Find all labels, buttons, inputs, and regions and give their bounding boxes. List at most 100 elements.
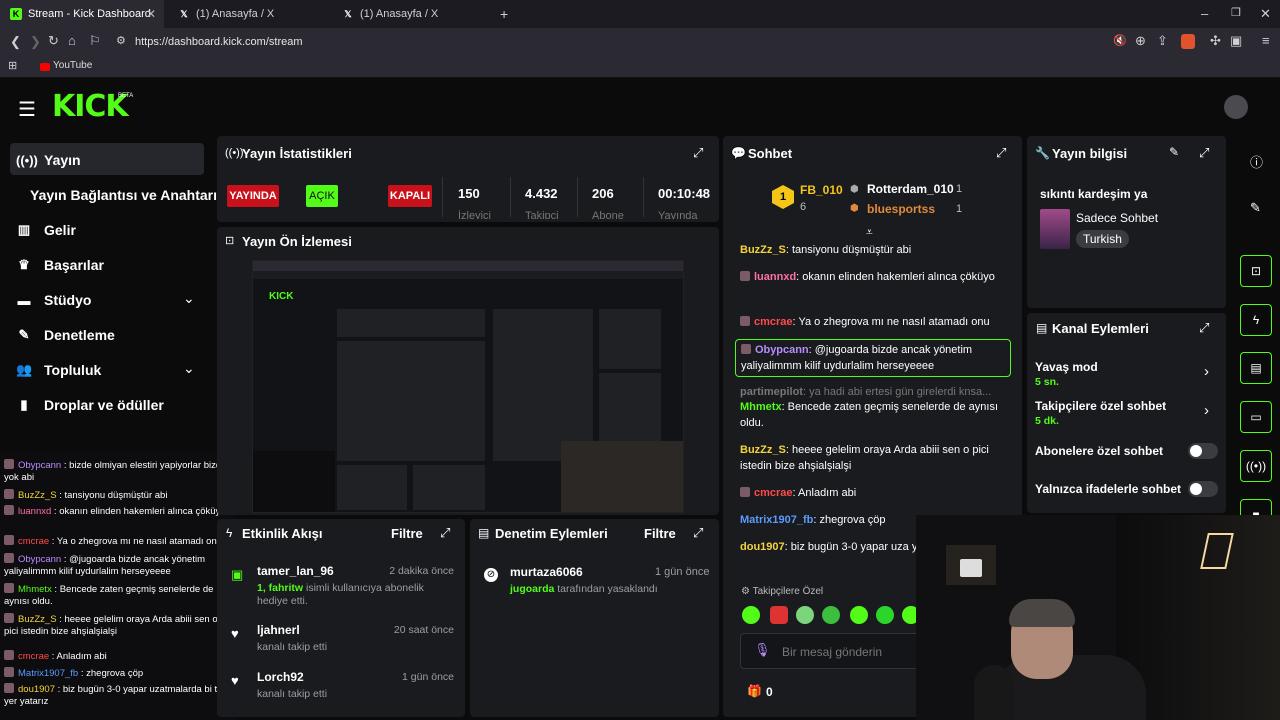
popout-icon[interactable]: ⤢ (1199, 145, 1209, 161)
chevron-right-icon[interactable]: › (1204, 402, 1209, 419)
collapse-icon[interactable]: ⩡ (866, 225, 873, 240)
share-icon[interactable]: ⇪ (1157, 33, 1168, 49)
url-field[interactable]: https://dashboard.kick.com/stream (135, 36, 303, 48)
window-close-icon[interactable]: ✕ (1260, 6, 1271, 22)
category-thumbnail[interactable] (1040, 209, 1070, 249)
hamburger-menu-icon[interactable]: ☰ (18, 97, 36, 122)
close-icon[interactable]: ✕ (146, 7, 156, 21)
category-name[interactable]: Sadece Sohbet (1076, 211, 1158, 225)
popout-icon[interactable]: ⤢ (440, 525, 450, 541)
sidebar-item-denetleme[interactable]: ✎ Denetleme (16, 327, 115, 343)
avatar[interactable] (1224, 95, 1248, 119)
stream-preview-video[interactable]: KICK (252, 260, 684, 513)
leader-3-name[interactable]: bluesportss (867, 202, 935, 216)
mute-icon[interactable]: 🔇 (1113, 34, 1127, 47)
chat-username[interactable]: BuzZz_S (740, 444, 786, 456)
subs-chat-toggle[interactable] (1188, 443, 1218, 459)
gift-icon[interactable]: 🎁 (747, 684, 762, 698)
activity-user[interactable]: Lorch92 (257, 670, 304, 684)
activity-toggle-button[interactable]: ϟ (1240, 304, 1272, 336)
wallet-icon[interactable]: ▣ (1230, 33, 1242, 49)
chat-username[interactable]: dou1907 (740, 541, 785, 553)
apps-grid-icon[interactable]: ⊞ (8, 59, 17, 72)
popout-icon[interactable]: ⤢ (996, 145, 1006, 161)
overlay-chat-user[interactable]: Obурcann (18, 460, 61, 471)
overlay-chat-user[interactable]: Matrix1907_fb (18, 668, 78, 679)
pencil-icon[interactable]: ✎ (1250, 200, 1261, 216)
bookmark-youtube[interactable]: YouTube (53, 60, 92, 71)
overlay-chat-user[interactable]: cmcrae (18, 536, 49, 547)
chat-username[interactable]: BuzZz_S (740, 244, 786, 256)
sidebar-item-label: Yayın Bağlantısı ve Anahtarı (30, 187, 217, 203)
sidebar-item-label: Yayın (44, 152, 81, 168)
site-info-icon[interactable]: ⚙ (116, 34, 126, 47)
tab-kick-dashboard[interactable]: K Stream - Kick Dashboard ✕ (0, 0, 164, 28)
sidebar-item-gelir[interactable]: ▥ Gelir (16, 222, 76, 238)
popout-icon[interactable]: ⤢ (1199, 320, 1209, 336)
chat-username[interactable]: Obурcann (755, 344, 809, 356)
tab-x-1[interactable]: 𝕏 (1) Anasayfa / X (168, 0, 332, 28)
overlay-chat-user[interactable]: Mhmetx (18, 584, 52, 595)
brave-shield-icon[interactable] (1181, 34, 1195, 49)
overlay-chat-user[interactable]: dou1907 (18, 684, 55, 695)
mod-user[interactable]: murtaza6066 (510, 565, 583, 579)
preview-toggle-button[interactable]: ⊡ (1240, 255, 1272, 287)
chevron-right-icon[interactable]: › (1204, 363, 1209, 380)
emote-chat-toggle[interactable] (1188, 481, 1218, 497)
forward-icon[interactable]: ❯ (30, 34, 41, 50)
popout-icon[interactable]: ⤢ (693, 525, 703, 541)
off-button[interactable]: KAPALI (388, 185, 432, 207)
new-tab-icon[interactable]: + (500, 6, 508, 22)
chat-username[interactable]: cmcrae (754, 487, 793, 499)
home-icon[interactable]: ⌂ (68, 33, 76, 48)
mic-icon[interactable]: 🎙 (754, 642, 771, 658)
activity-highlight[interactable]: 1, fahritw (257, 582, 303, 594)
overlay-chat-user[interactable]: cmcrae (18, 651, 49, 662)
zoom-icon[interactable]: ⊕ (1135, 33, 1146, 49)
chevron-down-icon[interactable]: ⌄ (183, 290, 195, 307)
chat-toggle-button[interactable]: ▭ (1240, 401, 1272, 433)
sidebar-item-studyo[interactable]: ▬ Stüdyo (16, 292, 92, 308)
chevron-down-icon[interactable]: ⌄ (183, 360, 195, 377)
activity-user[interactable]: tamer_lan_96 (257, 564, 334, 578)
leader-2-name[interactable]: Rotterdam_010 (867, 182, 954, 196)
minimize-icon[interactable]: – (1201, 6, 1208, 21)
chat-username[interactable]: Matrix1907_fb (740, 514, 813, 526)
reload-icon[interactable]: ↻ (48, 33, 59, 49)
sidebar-item-yayin[interactable]: ((•)) Yayın (16, 152, 81, 168)
overlay-chat-user[interactable]: BuzZz_S (18, 490, 57, 501)
maximize-icon[interactable]: ❐ (1231, 6, 1241, 19)
extensions-icon[interactable]: ✣ (1210, 33, 1221, 49)
stats-toggle-button[interactable]: ((•)) (1240, 450, 1272, 482)
menu-icon[interactable]: ≡ (1262, 33, 1270, 48)
chat-username[interactable]: luannxd (754, 271, 796, 283)
popout-icon[interactable]: ⤢ (693, 145, 703, 161)
sidebar-item-basarilar[interactable]: ♛ Başarılar (16, 257, 104, 273)
language-tag[interactable]: Turkish (1076, 230, 1129, 248)
sidebar-item-stream-key[interactable]: Yayın Bağlantısı ve Anahtarı (30, 187, 217, 203)
moderation-filter-button[interactable]: Filtre (644, 526, 676, 541)
kick-logo[interactable]: KICK (52, 89, 129, 124)
mod-actor[interactable]: jugoarda (510, 583, 554, 595)
overlay-chat-user[interactable]: Obурcann (18, 554, 61, 565)
on-button[interactable]: AÇIK (306, 185, 338, 207)
emote-row[interactable] (742, 606, 922, 628)
leader-1-name[interactable]: FB_010 (800, 183, 843, 197)
overlay-chat-user[interactable]: luannxd (18, 506, 51, 517)
overlay-chat-user[interactable]: BuzZz_S (18, 614, 57, 625)
bookmark-icon[interactable]: ⚐ (89, 33, 101, 49)
edit-icon[interactable]: ✎ (1169, 145, 1179, 159)
tab-x-2[interactable]: 𝕏 (1) Anasayfa / X (332, 0, 496, 28)
activity-user[interactable]: ljahnerl (257, 623, 300, 637)
followers-only-text: Takipçilere Özel (752, 586, 824, 597)
chat-username[interactable]: Mhmetx (740, 401, 782, 413)
activity-filter-button[interactable]: Filtre (391, 526, 423, 541)
heart-icon: ♥ (231, 626, 239, 641)
chat-username[interactable]: partimepilot (740, 386, 803, 398)
info-icon[interactable]: ⓘ (1250, 152, 1263, 171)
moderation-toggle-button[interactable]: ▤ (1240, 352, 1272, 384)
sidebar-item-droplar[interactable]: ▮ Droplar ve ödüller (16, 397, 163, 413)
back-icon[interactable]: ❮ (10, 34, 21, 50)
sidebar-item-topluluk[interactable]: 👥 Topluluk (16, 362, 101, 378)
chat-username[interactable]: cmcrae (754, 316, 793, 328)
